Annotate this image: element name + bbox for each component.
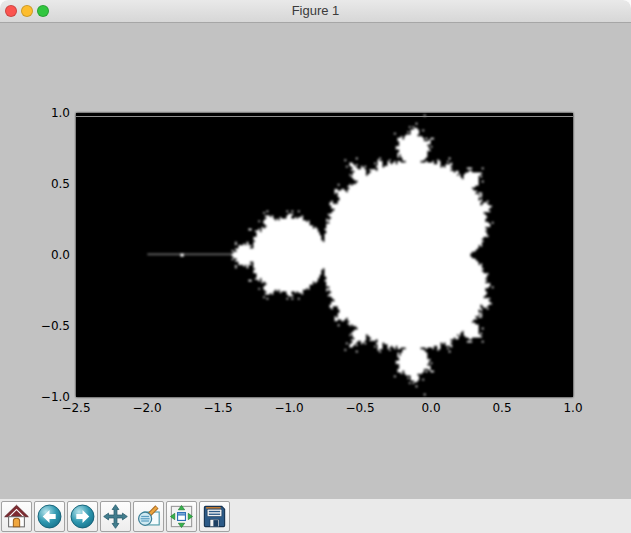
forward-button[interactable] bbox=[67, 501, 98, 532]
y-tick-label: −1.0 bbox=[0, 390, 70, 404]
x-tick-label: 0.5 bbox=[492, 401, 511, 415]
zoom-rect-icon bbox=[135, 503, 162, 530]
axes-plot-area[interactable] bbox=[76, 113, 573, 397]
y-tick-label: 1.0 bbox=[0, 106, 70, 120]
y-tick-label: 0.0 bbox=[0, 248, 70, 262]
x-tick-label: 0.0 bbox=[421, 401, 440, 415]
close-button[interactable] bbox=[5, 5, 17, 17]
pan-button[interactable] bbox=[100, 501, 131, 532]
back-arrow-icon bbox=[36, 503, 63, 530]
figure-window: Figure 1 −2.5−2.0−1.5−1.0−0.50.00.51.01.… bbox=[0, 0, 631, 533]
x-tick-label: −0.5 bbox=[345, 401, 374, 415]
y-tick-label: 0.5 bbox=[0, 177, 70, 191]
zoom-button[interactable] bbox=[37, 5, 49, 17]
figure-canvas: −2.5−2.0−1.5−1.0−0.50.00.51.01.00.50.0−0… bbox=[0, 23, 631, 498]
home-button[interactable] bbox=[1, 501, 32, 532]
save-button[interactable] bbox=[199, 501, 230, 532]
back-button[interactable] bbox=[34, 501, 65, 532]
save-floppy-icon bbox=[201, 503, 228, 530]
mandelbrot-canvas[interactable] bbox=[76, 113, 573, 397]
navigation-toolbar bbox=[0, 498, 631, 533]
x-tick-label: 1.0 bbox=[563, 401, 582, 415]
forward-arrow-icon bbox=[69, 503, 96, 530]
zoom-to-rect-button[interactable] bbox=[133, 501, 164, 532]
x-tick-label: −1.0 bbox=[274, 401, 303, 415]
titlebar[interactable]: Figure 1 bbox=[0, 0, 631, 23]
y-tick-label: −0.5 bbox=[0, 319, 70, 333]
image-top-artifact bbox=[76, 116, 573, 117]
configure-subplots-button[interactable] bbox=[166, 501, 197, 532]
home-icon bbox=[3, 503, 30, 530]
x-tick-label: −2.0 bbox=[132, 401, 161, 415]
pan-arrows-icon bbox=[102, 503, 129, 530]
subplots-icon bbox=[168, 503, 195, 530]
window-title: Figure 1 bbox=[0, 0, 631, 22]
minimize-button[interactable] bbox=[21, 5, 33, 17]
x-tick-label: −1.5 bbox=[203, 401, 232, 415]
